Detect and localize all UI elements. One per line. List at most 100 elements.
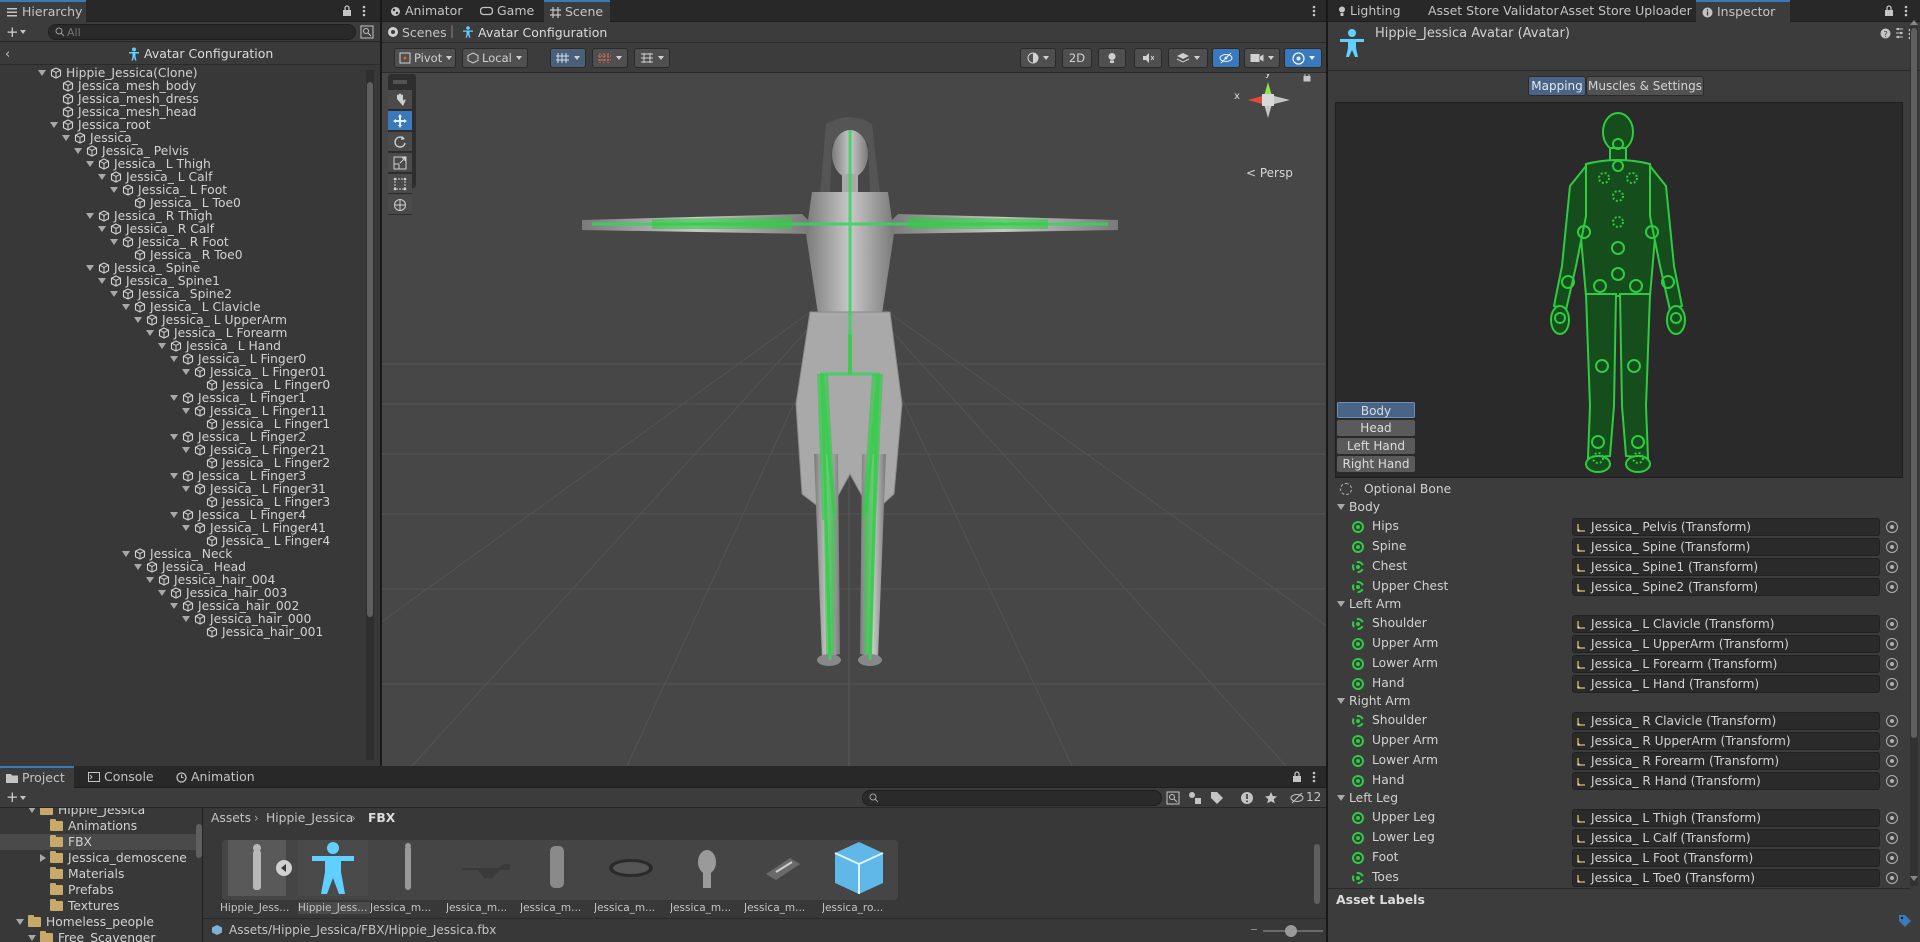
inspector-lock-icon[interactable] [1884,5,1894,17]
project-kebab-icon[interactable] [1312,771,1316,783]
project-search-box[interactable] [862,790,1162,806]
tab-hierarchy[interactable]: Hierarchy [0,0,86,22]
object-picker-icon[interactable] [1886,521,1898,533]
asset-thumbnail[interactable] [298,840,368,896]
kebab-menu-icon[interactable] [362,5,366,17]
inspector-scroll-thumb[interactable] [1911,28,1917,738]
foldout-open-icon[interactable] [98,226,106,232]
effects-toggle-button[interactable] [1168,48,1208,68]
body-part-button-right-hand[interactable]: Right Hand [1337,456,1415,472]
bone-transform-field[interactable]: Jessica_ R Hand (Transform) [1572,772,1880,790]
project-folder-row[interactable]: Jessica_demoscene [0,850,196,866]
filter-label-icon[interactable] [1210,791,1224,805]
foldout-open-icon[interactable] [134,564,142,570]
search-options-icon[interactable] [360,25,374,39]
add-plus-icon[interactable]: + [6,24,19,40]
foldout-open-icon[interactable] [170,356,178,362]
thumbnail-size-slider-thumb[interactable] [1285,925,1297,937]
mapping-tab-button[interactable]: Mapping [1528,76,1586,96]
foldout-open-icon[interactable] [50,122,58,128]
move-tool-button[interactable] [388,111,412,131]
bone-transform-field[interactable]: Jessica_ R Clavicle (Transform) [1572,712,1880,730]
foldout-open-icon[interactable] [170,473,178,479]
foldout-open-icon[interactable] [182,616,190,622]
section-foldout-icon[interactable] [1337,504,1345,510]
foldout-open-icon[interactable] [158,590,166,596]
foldout-open-icon[interactable] [98,278,106,284]
bone-section-header[interactable]: Left Arm [1337,597,1401,611]
project-add-icon[interactable]: + [6,789,19,805]
folder-foldout-closed-icon[interactable] [40,854,46,862]
scene-viewport[interactable]: y x < Persp [382,74,1326,766]
project-folder-row[interactable]: Hippie_Jessica [0,808,196,818]
foldout-open-icon[interactable] [170,512,178,518]
rotate-tool-button[interactable] [388,132,412,152]
object-picker-icon[interactable] [1886,561,1898,573]
bone-transform-field[interactable]: Jessica_ L Calf (Transform) [1572,829,1880,847]
project-folder-row[interactable]: Textures [0,898,196,914]
bone-transform-field[interactable]: Jessica_ Spine (Transform) [1572,538,1880,556]
foldout-open-icon[interactable] [182,408,190,414]
asset-thumbnail[interactable] [522,840,592,896]
mode-2d-button[interactable]: 2D [1062,48,1092,68]
body-part-button-left-hand[interactable]: Left Hand [1337,438,1415,454]
tab-asset-store-validator[interactable]: Asset Store Validator [1422,0,1565,22]
lock-icon[interactable] [342,5,352,17]
breadcrumb-current[interactable]: Avatar Configuration [478,25,607,40]
foldout-open-icon[interactable] [182,447,190,453]
path-assets[interactable]: Assets [211,811,251,825]
log-type-icon[interactable] [1240,791,1254,805]
foldout-open-icon[interactable] [110,291,118,297]
tab-game[interactable]: Game [474,0,540,22]
gizmos-button[interactable] [1284,48,1322,68]
foldout-open-icon[interactable] [170,434,178,440]
project-folder-row[interactable]: Prefabs [0,882,196,898]
object-picker-icon[interactable] [1886,735,1898,747]
section-foldout-icon[interactable] [1337,795,1345,801]
project-folder-row[interactable]: Free_Scavenger [0,930,196,942]
back-chevron-icon[interactable]: ‹ [5,47,10,62]
camera-settings-button[interactable] [1244,48,1280,68]
persp-label[interactable]: < Persp [1246,166,1293,180]
path-fbx[interactable]: FBX [368,811,395,825]
body-part-button-head[interactable]: Head [1337,420,1415,436]
character-model[interactable] [382,74,1326,766]
avatar-body-figure[interactable] [1518,106,1718,476]
toggle-grid-button[interactable] [634,48,670,68]
inspector-scrollbar[interactable] [1910,26,1918,886]
thumbnail-size-slider[interactable] [1263,925,1323,937]
muscles-settings-tab-button[interactable]: Muscles & Settings [1586,76,1704,96]
tag-label-icon[interactable] [1898,914,1912,928]
bone-transform-field[interactable]: Jessica_ L Forearm (Transform) [1572,655,1880,673]
scale-tool-button[interactable] [388,153,412,173]
project-folder-row[interactable]: Animations [0,818,196,834]
scroll-down-arrow-icon[interactable] [1910,876,1918,881]
lighting-toggle-button[interactable] [1098,48,1126,68]
tab-lighting[interactable]: Lighting [1332,0,1407,22]
hierarchy-scroll-thumb[interactable] [367,82,373,617]
bone-transform-field[interactable]: Jessica_ L Toe0 (Transform) [1572,869,1880,887]
bone-transform-field[interactable]: Jessica_ R Forearm (Transform) [1572,752,1880,770]
tab-animation[interactable]: Animation [170,766,261,788]
bone-transform-field[interactable]: Jessica_ L Hand (Transform) [1572,675,1880,693]
path-hippie-jessica[interactable]: Hippie_Jessica [266,811,353,825]
foldout-open-icon[interactable] [134,317,142,323]
hidden-packages-icon[interactable] [1290,791,1304,805]
object-picker-icon[interactable] [1886,775,1898,787]
increment-snap-button[interactable] [592,48,628,68]
foldout-open-icon[interactable] [182,369,190,375]
object-picker-icon[interactable] [1886,812,1898,824]
object-picker-icon[interactable] [1886,678,1898,690]
foldout-open-icon[interactable] [158,343,166,349]
hidden-objects-toggle[interactable] [1212,48,1240,68]
asset-thumbnail[interactable] [448,840,518,896]
presets-icon[interactable] [1894,28,1905,39]
favorite-star-icon[interactable] [1264,791,1278,805]
foldout-open-icon[interactable] [62,135,70,141]
scene-kebab-icon[interactable] [1312,5,1316,17]
project-lock-icon[interactable] [1292,771,1302,783]
object-picker-icon[interactable] [1886,638,1898,650]
shading-mode-button[interactable] [1020,48,1056,68]
tab-animator[interactable]: Animator [384,0,468,22]
tab-inspector[interactable]: Inspector [1696,0,1790,22]
